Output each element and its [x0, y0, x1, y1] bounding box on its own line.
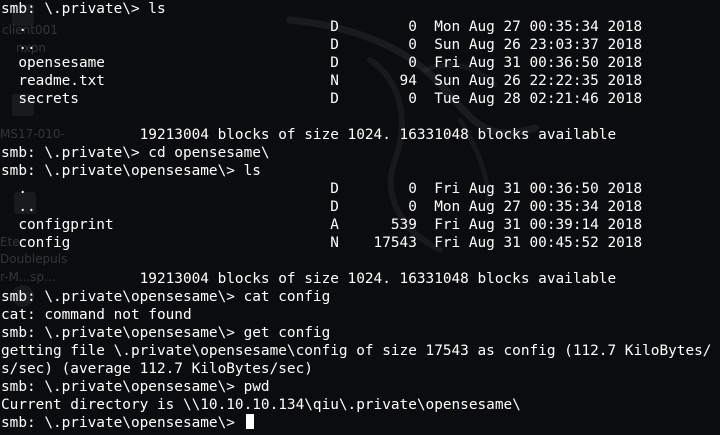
terminal-line: smb: \.private\> cd opensesame\ [1, 145, 270, 161]
terminal-line: secrets D 0 Tue Aug 28 02:21:46 2018 [1, 91, 643, 107]
terminal-window[interactable]: client001 nxpn MS17-010- Ete Doublepuls … [0, 0, 720, 435]
terminal-line: smb: \.private\opensesame\> get config [1, 325, 331, 341]
text-cursor [245, 414, 254, 429]
terminal-line: smb: \.private\opensesame\> ls [1, 163, 261, 179]
prompt-text: smb: \.private\opensesame\> [1, 415, 244, 431]
terminal-line: s/sec) (average 112.7 KiloBytes/sec) [1, 361, 313, 377]
terminal-line: config N 17543 Fri Aug 31 00:45:52 2018 [1, 235, 643, 251]
terminal-line: .. D 0 Sun Aug 26 23:03:37 2018 [1, 37, 643, 53]
terminal-line: getting file \.private\opensesame\config… [1, 343, 712, 359]
terminal-line: readme.txt N 94 Sun Aug 26 22:22:35 2018 [1, 73, 643, 89]
terminal-line: . D 0 Fri Aug 31 00:36:50 2018 [1, 181, 643, 197]
terminal-line: smb: \.private\opensesame\> pwd [1, 379, 270, 395]
terminal-line: cat: command not found [1, 307, 192, 323]
terminal-line: smb: \.private\opensesame\> cat config [1, 289, 331, 305]
terminal-line: 19213004 blocks of size 1024. 16331048 b… [1, 127, 617, 143]
terminal-line: opensesame D 0 Fri Aug 31 00:36:50 2018 [1, 55, 643, 71]
terminal-output: smb: \.private\> ls . D 0 Mon Aug 27 00:… [1, 0, 711, 432]
terminal-line: configprint A 539 Fri Aug 31 00:39:14 20… [1, 217, 643, 233]
prompt-line[interactable]: smb: \.private\opensesame\> [1, 414, 711, 432]
terminal-line: 19213004 blocks of size 1024. 16331048 b… [1, 271, 617, 287]
terminal-line: .. D 0 Mon Aug 27 00:35:34 2018 [1, 199, 643, 215]
terminal-line: smb: \.private\> ls [1, 1, 166, 17]
terminal-line: Current directory is \\10.10.10.134\qiu\… [1, 397, 521, 413]
terminal-line: . D 0 Mon Aug 27 00:35:34 2018 [1, 19, 643, 35]
